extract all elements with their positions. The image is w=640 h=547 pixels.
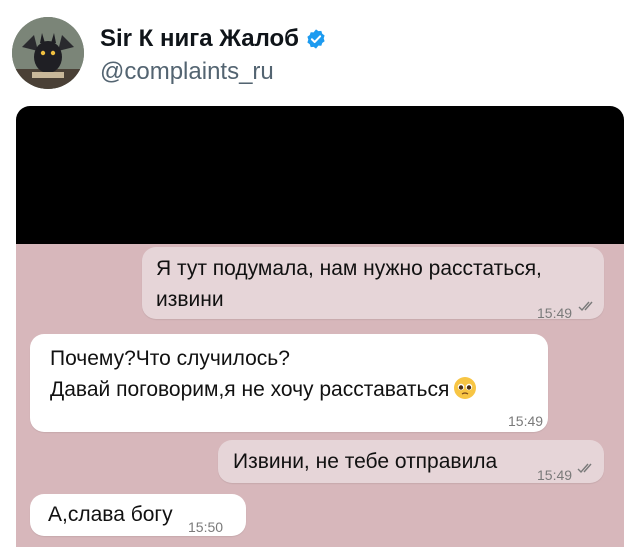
avatar[interactable]: [12, 17, 84, 89]
message-text: Давай поговорим,я не хочу расставаться: [50, 378, 450, 401]
message-outgoing-1: Я тут подумала, нам нужно расстаться, из…: [142, 247, 604, 321]
chat-area: Я тут подумала, нам нужно расстаться, из…: [16, 244, 624, 547]
message-incoming-1: Почему?Что случилось? Давай поговорим,я …: [30, 334, 548, 432]
display-name[interactable]: Sir К нига Жалоб: [100, 25, 327, 53]
message-time: 15:49: [508, 413, 544, 429]
message-text-line: Давай поговорим,я не хочу расставаться: [50, 374, 477, 405]
display-name-text: Sir К нига Жалоб: [100, 25, 300, 52]
handle[interactable]: @complaints_ru: [100, 58, 274, 86]
chat-screenshot: Я тут подумала, нам нужно расстаться, из…: [16, 106, 624, 547]
double-check-icon: [577, 463, 592, 474]
message-time: 15:49: [537, 467, 573, 483]
message-text-line: извини: [156, 288, 224, 311]
message-time: 15:50: [188, 519, 224, 535]
verified-badge-icon: [307, 29, 325, 49]
message-outgoing-2: Извини, не тебе отправила 15:49: [218, 440, 604, 483]
double-check-icon: [578, 301, 593, 312]
message-text-line: Почему?Что случилось?: [50, 347, 290, 370]
tweet-header: Sir К нига Жалоб @complaints_ru: [0, 0, 640, 100]
message-text-line: А,слава богу: [48, 503, 173, 526]
message-time: 15:49: [537, 305, 573, 321]
message-text-line: Извини, не тебе отправила: [233, 450, 498, 473]
message-text-line: Я тут подумала, нам нужно расстаться,: [156, 257, 542, 280]
dragon-avatar-icon: [12, 17, 84, 89]
message-incoming-2: А,слава богу 15:50: [30, 494, 246, 536]
pleading-face-icon: [454, 377, 477, 399]
